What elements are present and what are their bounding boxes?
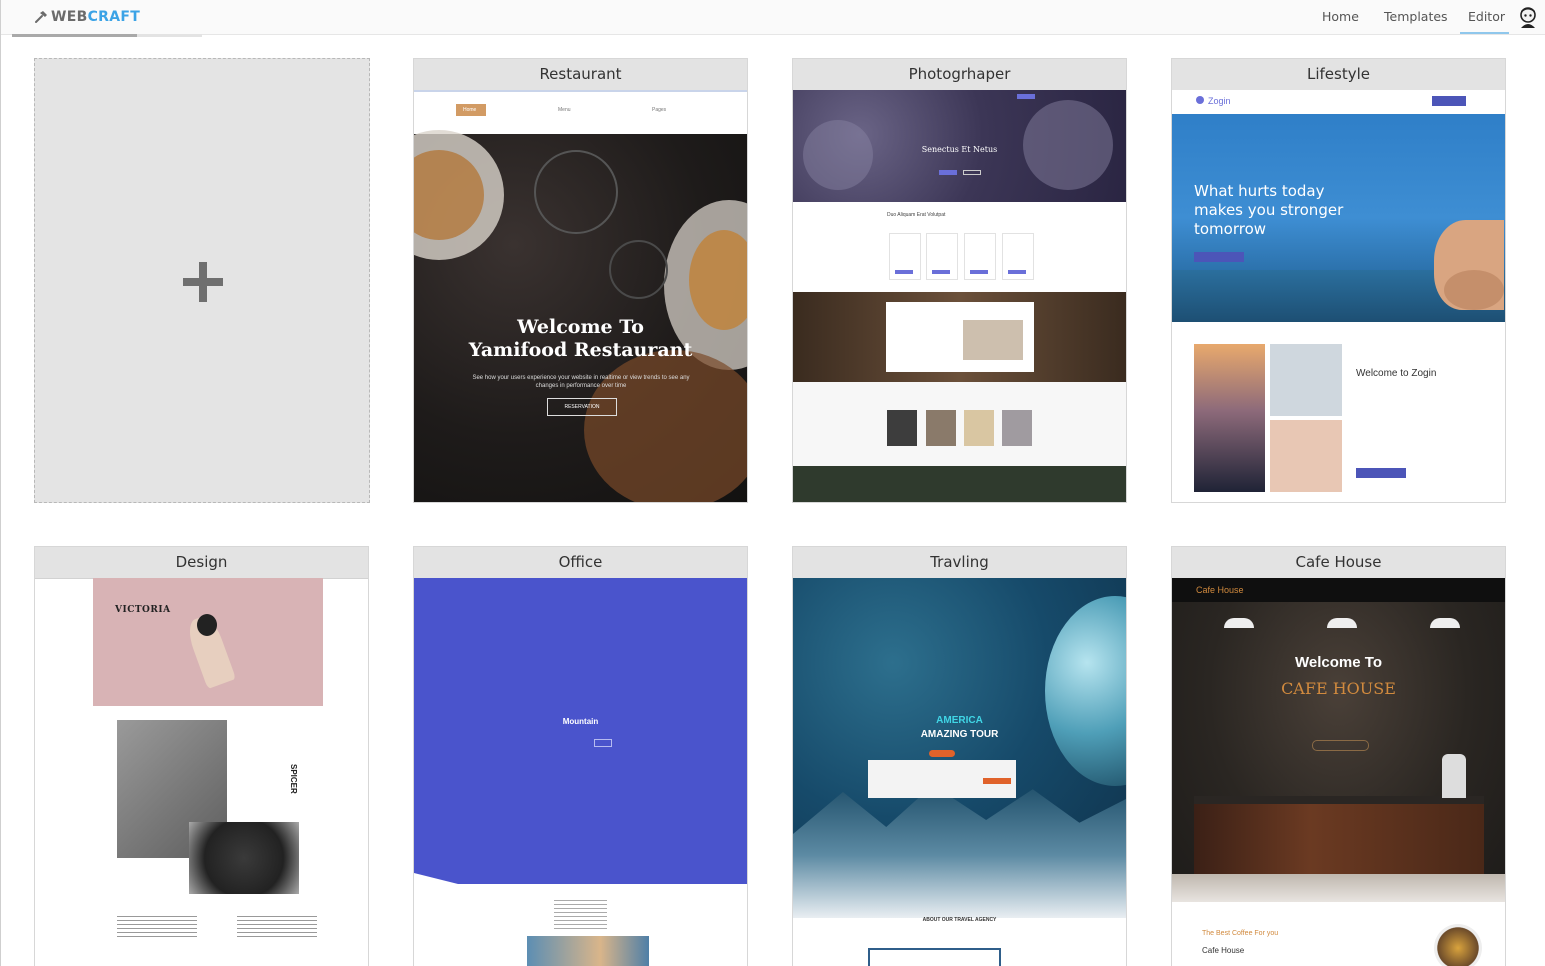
card-title: Design bbox=[35, 547, 368, 579]
menu-item: Home bbox=[463, 107, 477, 113]
nav-active-indicator bbox=[1460, 32, 1509, 34]
nav-editor[interactable]: Editor bbox=[1468, 9, 1505, 24]
design-side-text: SPICER bbox=[289, 764, 298, 794]
section-heading: ABOUT OUR TRAVEL AGENCY bbox=[922, 917, 997, 923]
wave-divider bbox=[414, 873, 747, 898]
hammer-icon bbox=[35, 11, 47, 23]
card-title: Travling bbox=[793, 547, 1126, 579]
template-preview: VICTORIA SPICER bbox=[35, 578, 368, 966]
hero-heading: Mountain bbox=[562, 717, 599, 726]
card-title: Photogrhaper bbox=[793, 59, 1126, 91]
reservation-button: RESERVATION bbox=[547, 398, 617, 416]
hero-heading: Senectus Et Netus bbox=[921, 145, 998, 154]
design-brand: VICTORIA bbox=[115, 605, 171, 615]
lifestyle-logo: Zogin bbox=[1208, 96, 1231, 106]
plus-icon bbox=[183, 262, 223, 302]
template-card-lifestyle[interactable]: Lifestyle Zogin What hurts today makes y… bbox=[1171, 58, 1506, 503]
template-card-photographer[interactable]: Photogrhaper Senectus Et Netus Duo Aliqu… bbox=[792, 58, 1127, 503]
brand-suffix: CRAFT bbox=[87, 9, 141, 25]
tagline: The Best Coffee For you bbox=[1202, 930, 1279, 937]
cafe-logo: Cafe House bbox=[1196, 585, 1244, 595]
hero-line: AMAZING TOUR bbox=[920, 729, 999, 740]
menu-item: Menu bbox=[558, 107, 571, 113]
new-template-card[interactable] bbox=[34, 58, 370, 503]
card-title: Cafe House bbox=[1172, 547, 1505, 579]
hero-heading: CAFE HOUSE bbox=[1281, 679, 1396, 698]
brand-logo[interactable]: WEB CRAFT bbox=[34, 7, 140, 27]
nav-home[interactable]: Home bbox=[1322, 9, 1359, 24]
card-title: Lifestyle bbox=[1172, 59, 1505, 91]
template-preview: Cafe House Welcome To CAFE HOUSE The Bes… bbox=[1172, 578, 1505, 966]
nav-templates[interactable]: Templates bbox=[1384, 9, 1448, 24]
loading-progress bbox=[12, 34, 202, 37]
hero-heading: Welcome To bbox=[1295, 654, 1382, 671]
template-preview: Zogin What hurts today makes you stronge… bbox=[1172, 90, 1505, 502]
template-card-cafe[interactable]: Cafe House Cafe House Welcome To CAFE HO… bbox=[1171, 546, 1506, 966]
hero-line: AMERICA bbox=[936, 715, 983, 726]
section-heading: Cafe House bbox=[1202, 946, 1245, 955]
template-preview: Home Menu Pages Welcome To Yamifood Rest… bbox=[414, 90, 747, 502]
menu-item: Pages bbox=[652, 107, 667, 113]
hero-line: makes you stronger bbox=[1194, 201, 1344, 219]
template-preview: AMERICA AMAZING TOUR ABOUT OUR TRAVEL AG… bbox=[793, 578, 1126, 966]
hero-heading: Yamifood Restaurant bbox=[468, 339, 693, 361]
template-preview: Mountain bbox=[414, 578, 747, 966]
user-avatar-icon[interactable] bbox=[1518, 6, 1538, 28]
template-card-restaurant[interactable]: Restaurant Home Menu Pages Welcome To Ya… bbox=[413, 58, 748, 503]
hero-text: See how your users experience your websi… bbox=[472, 375, 690, 389]
hero-line: tomorrow bbox=[1194, 220, 1267, 238]
hero-heading: Welcome To bbox=[517, 316, 644, 338]
hero-line: What hurts today bbox=[1194, 182, 1325, 200]
section-heading: Duo Aliquam Erat Volutpat bbox=[887, 212, 946, 218]
top-navbar bbox=[0, 0, 1545, 35]
template-card-traveling[interactable]: Travling AMERICA AMAZING TOUR ABOUT OUR … bbox=[792, 546, 1127, 966]
window-edge bbox=[0, 0, 1, 966]
section-heading: Welcome to Zogin bbox=[1356, 368, 1437, 379]
template-card-design[interactable]: Design VICTORIA SPICER bbox=[34, 546, 369, 966]
card-title: Office bbox=[414, 547, 747, 579]
template-preview: Senectus Et Netus Duo Aliquam Erat Volut… bbox=[793, 90, 1126, 502]
brand-prefix: WEB bbox=[51, 9, 88, 25]
template-card-office[interactable]: Office Mountain bbox=[413, 546, 748, 966]
card-title: Restaurant bbox=[414, 59, 747, 91]
